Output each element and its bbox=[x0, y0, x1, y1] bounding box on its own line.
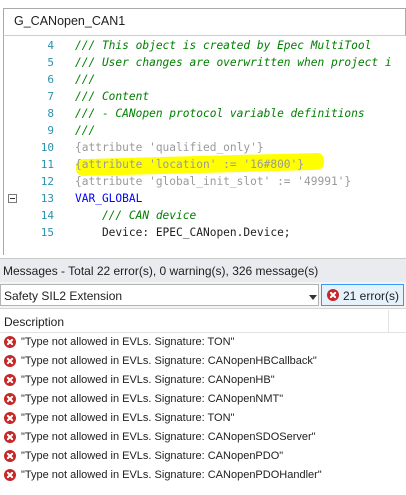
code-line: 12 {attribute 'global_init_slot' := '499… bbox=[4, 173, 406, 190]
code-text: {attribute 'global_init_slot' := '49991'… bbox=[75, 175, 352, 188]
message-row[interactable]: "Type not allowed in EVLs. Signature: TO… bbox=[0, 333, 406, 352]
line-number: 12 bbox=[40, 175, 54, 188]
error-circle-icon bbox=[4, 374, 16, 386]
message-row[interactable]: "Type not allowed in EVLs. Signature: CA… bbox=[0, 428, 406, 447]
messages-summary: Messages - Total 22 error(s), 0 warning(… bbox=[3, 264, 319, 278]
code-text: /// User changes are overwritten when pr… bbox=[75, 56, 392, 69]
code-text: /// This object is created by Epec Multi… bbox=[75, 39, 372, 52]
message-row[interactable]: "Type not allowed in EVLs. Signature: TO… bbox=[0, 409, 406, 428]
error-circle-icon bbox=[4, 450, 16, 462]
code-line: 4 /// This object is created by Epec Mul… bbox=[4, 37, 406, 54]
message-row[interactable]: "Type not allowed in EVLs. Signature: CA… bbox=[0, 390, 406, 409]
message-row[interactable]: "Type not allowed in EVLs. Signature: CA… bbox=[0, 371, 406, 390]
code-text: /// bbox=[75, 73, 96, 86]
error-circle-icon bbox=[4, 469, 16, 481]
code-line: 13 VAR_GLOBAL bbox=[4, 190, 406, 207]
line-number: 11 bbox=[40, 158, 54, 171]
editor-tab-header[interactable]: G_CANopen_CAN1 bbox=[3, 8, 406, 36]
code-line-highlighted: 11 {attribute 'location' := '16#800'} bbox=[4, 152, 406, 177]
message-text: "Type not allowed in EVLs. Signature: CA… bbox=[21, 374, 275, 386]
editor-title: G_CANopen_CAN1 bbox=[14, 14, 126, 28]
column-divider[interactable] bbox=[388, 310, 389, 333]
code-line: 5 /// User changes are overwritten when … bbox=[4, 54, 406, 71]
code-editor-window: G_CANopen_CAN1 4 /// This object is crea… bbox=[0, 0, 406, 255]
code-text: /// Content bbox=[75, 90, 150, 103]
line-number: 5 bbox=[47, 56, 54, 69]
line-number: 8 bbox=[47, 107, 54, 120]
line-number: 6 bbox=[47, 73, 54, 86]
message-text: "Type not allowed in EVLs. Signature: TO… bbox=[21, 412, 235, 424]
error-circle-icon bbox=[4, 355, 16, 367]
line-number: 14 bbox=[40, 209, 54, 222]
code-text: {attribute 'location' := '16#800'} bbox=[75, 158, 305, 171]
column-header-description[interactable]: Description bbox=[4, 315, 64, 329]
code-line: 6 /// bbox=[4, 71, 406, 88]
code-line: 15 Device: EPEC_CANopen.Device; bbox=[4, 224, 406, 241]
errors-filter-button[interactable]: 21 error(s) bbox=[321, 284, 404, 306]
code-text: /// CAN device bbox=[75, 209, 197, 222]
message-text: "Type not allowed in EVLs. Signature: TO… bbox=[21, 336, 235, 348]
code-line: 10 {attribute 'qualified_only'} bbox=[4, 139, 406, 156]
code-text: Device: EPEC_CANopen.Device; bbox=[75, 226, 291, 239]
chevron-down-icon[interactable] bbox=[306, 288, 320, 306]
error-circle-icon bbox=[4, 431, 16, 443]
message-text: "Type not allowed in EVLs. Signature: CA… bbox=[21, 431, 316, 443]
message-source-value: Safety SIL2 Extension bbox=[4, 289, 123, 303]
message-source-select[interactable]: Safety SIL2 Extension bbox=[0, 284, 319, 306]
code-line: 14 /// CAN device bbox=[4, 207, 406, 224]
error-circle-icon bbox=[4, 393, 16, 405]
code-line: 9 /// bbox=[4, 122, 406, 139]
code-line: 8 /// - CANopen protocol variable defini… bbox=[4, 105, 406, 122]
error-circle-icon bbox=[327, 289, 339, 301]
code-text: {attribute 'qualified_only'} bbox=[75, 141, 264, 154]
line-number: 9 bbox=[47, 124, 54, 137]
code-text: /// - CANopen protocol variable definiti… bbox=[75, 107, 365, 120]
error-circle-icon bbox=[4, 336, 16, 348]
column-header-row: Description bbox=[0, 310, 406, 333]
message-text: "Type not allowed in EVLs. Signature: CA… bbox=[21, 355, 317, 367]
line-number: 4 bbox=[47, 39, 54, 52]
collapse-minus-icon[interactable] bbox=[8, 194, 17, 203]
message-text: "Type not allowed in EVLs. Signature: CA… bbox=[21, 469, 322, 481]
line-number: 10 bbox=[40, 141, 54, 154]
message-row[interactable]: "Type not allowed in EVLs. Signature: CA… bbox=[0, 352, 406, 371]
error-circle-icon bbox=[4, 412, 16, 424]
message-list: "Type not allowed in EVLs. Signature: TO… bbox=[0, 333, 406, 495]
code-line: 7 /// Content bbox=[4, 88, 406, 105]
errors-count-label: 21 error(s) bbox=[343, 289, 400, 303]
messages-panel-header: Messages - Total 22 error(s), 0 warning(… bbox=[0, 258, 406, 282]
line-number: 7 bbox=[47, 90, 54, 103]
message-row[interactable]: "Type not allowed in EVLs. Signature: CA… bbox=[0, 466, 406, 485]
message-row[interactable]: "Type not allowed in EVLs. Signature: CA… bbox=[0, 447, 406, 466]
message-text: "Type not allowed in EVLs. Signature: CA… bbox=[21, 450, 284, 462]
messages-toolbar: Safety SIL2 Extension 21 error(s) bbox=[0, 282, 406, 309]
message-text: "Type not allowed in EVLs. Signature: CA… bbox=[21, 393, 284, 405]
line-number: 13 bbox=[40, 192, 54, 205]
code-text: /// bbox=[75, 124, 96, 137]
code-text: VAR_GLOBAL bbox=[75, 192, 143, 205]
code-view[interactable]: 4 /// This object is created by Epec Mul… bbox=[3, 36, 406, 255]
line-number: 15 bbox=[40, 226, 54, 239]
